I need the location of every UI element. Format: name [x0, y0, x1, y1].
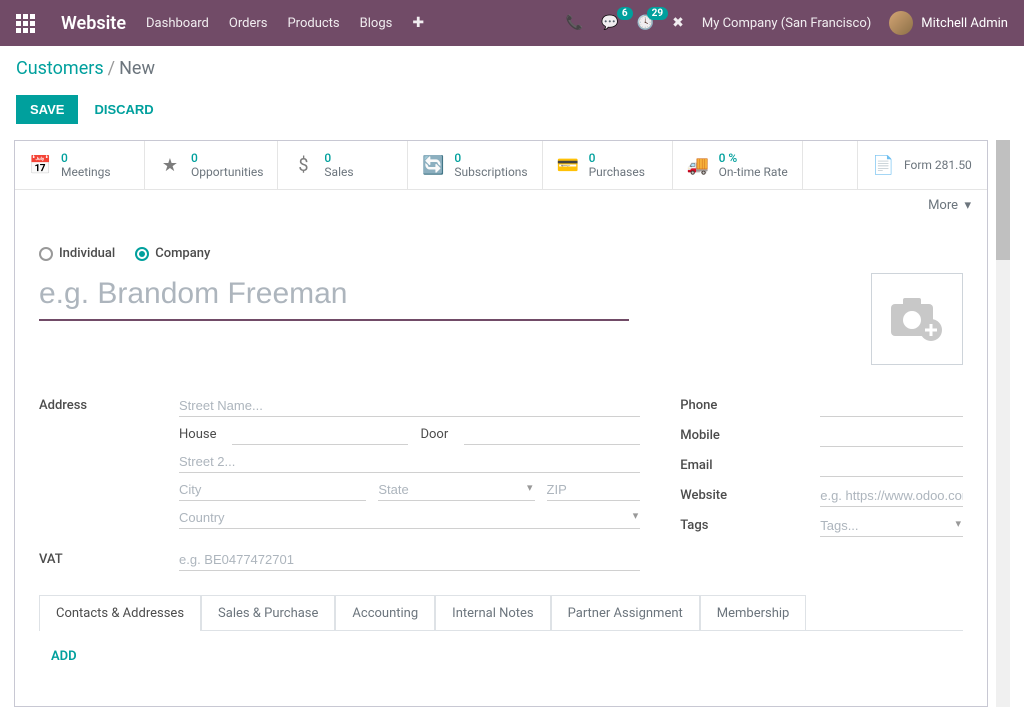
- tab-internal-notes[interactable]: Internal Notes: [435, 595, 550, 631]
- actions-bar: SAVE DISCARD: [0, 87, 1024, 140]
- truck-icon: 🚚: [687, 155, 709, 176]
- refresh-icon: 🔄: [422, 155, 444, 176]
- tab-contacts[interactable]: Contacts & Addresses: [39, 595, 201, 631]
- form-col-right: Phone Mobile Email Website Tags: [680, 395, 963, 571]
- title-row: [39, 273, 963, 365]
- save-button[interactable]: SAVE: [16, 95, 78, 124]
- name-input[interactable]: [39, 273, 629, 321]
- breadcrumb: Customers/New: [16, 58, 1008, 79]
- phone-icon[interactable]: 📞: [566, 15, 583, 31]
- image-upload[interactable]: [871, 273, 963, 365]
- tools-icon[interactable]: ✖: [672, 15, 684, 31]
- messages-badge: 6: [617, 7, 633, 20]
- breadcrumb-bar: Customers/New: [0, 46, 1024, 87]
- breadcrumb-sep: /: [108, 58, 115, 79]
- state-input[interactable]: [378, 479, 534, 501]
- email-label: Email: [680, 455, 810, 473]
- stat-ontime[interactable]: 🚚 0 %On-time Rate: [673, 141, 803, 189]
- document-icon: 📄: [872, 155, 894, 176]
- activities-icon[interactable]: 🕓29: [637, 15, 654, 31]
- breadcrumb-current: New: [119, 58, 155, 79]
- stat-buttons: 📅 0Meetings ★ 0Opportunities $ 0Sales 🔄 …: [15, 141, 987, 190]
- stat-meetings[interactable]: 📅 0Meetings: [15, 141, 145, 189]
- tags-input[interactable]: [820, 515, 963, 537]
- nav-products[interactable]: Products: [287, 16, 339, 31]
- address-label: Address: [39, 395, 169, 413]
- dollar-icon: $: [292, 155, 314, 176]
- user-menu[interactable]: Mitchell Admin: [889, 11, 1008, 35]
- street-input[interactable]: [179, 395, 640, 417]
- plus-icon[interactable]: ✚: [412, 15, 424, 31]
- navbar: Website Dashboard Orders Products Blogs …: [0, 0, 1024, 46]
- city-input[interactable]: [179, 479, 366, 501]
- brand[interactable]: Website: [61, 13, 126, 34]
- user-name: Mitchell Admin: [921, 16, 1008, 31]
- phone-label: Phone: [680, 395, 810, 413]
- activities-badge: 29: [647, 7, 668, 20]
- nav-orders[interactable]: Orders: [229, 16, 268, 31]
- scroll-thumb[interactable]: [996, 140, 1010, 260]
- vat-input[interactable]: [179, 549, 640, 571]
- breadcrumb-parent[interactable]: Customers: [16, 58, 104, 79]
- more-button[interactable]: More ▾: [928, 198, 971, 213]
- radio-circle-icon: [39, 247, 53, 261]
- stat-form281[interactable]: 📄 Form 281.50: [857, 141, 987, 189]
- tab-membership[interactable]: Membership: [700, 595, 807, 631]
- calendar-icon: 📅: [29, 155, 51, 176]
- stat-subscriptions[interactable]: 🔄 0Subscriptions: [408, 141, 542, 189]
- more-row: More ▾: [15, 190, 987, 222]
- tags-label: Tags: [680, 515, 810, 533]
- mobile-input[interactable]: [820, 425, 963, 447]
- phone-input[interactable]: [820, 395, 963, 417]
- country-input[interactable]: [179, 507, 640, 529]
- apps-icon[interactable]: [16, 14, 35, 33]
- email-input[interactable]: [820, 455, 963, 477]
- form-sheet: 📅 0Meetings ★ 0Opportunities $ 0Sales 🔄 …: [14, 140, 988, 707]
- stat-sales[interactable]: $ 0Sales: [278, 141, 408, 189]
- content-wrapper: 📅 0Meetings ★ 0Opportunities $ 0Sales 🔄 …: [0, 140, 1024, 721]
- radio-circle-selected-icon: [135, 247, 149, 261]
- door-label: Door: [420, 427, 448, 442]
- radio-individual[interactable]: Individual: [39, 246, 115, 261]
- tab-partner-assignment[interactable]: Partner Assignment: [551, 595, 700, 631]
- street2-input[interactable]: [179, 451, 640, 473]
- scrollbar[interactable]: [996, 140, 1010, 707]
- radio-company[interactable]: Company: [135, 246, 210, 261]
- form-grid: Address House Door: [39, 395, 963, 571]
- house-label: House: [179, 427, 216, 442]
- zip-input[interactable]: [547, 479, 641, 501]
- nav-dashboard[interactable]: Dashboard: [146, 16, 209, 31]
- stat-purchases[interactable]: 💳 0Purchases: [543, 141, 673, 189]
- camera-icon: [889, 296, 945, 342]
- door-input[interactable]: [464, 423, 640, 445]
- navbar-right: 📞 💬6 🕓29 ✖ My Company (San Francisco) Mi…: [566, 11, 1008, 35]
- card-icon: 💳: [557, 155, 579, 176]
- house-input[interactable]: [232, 423, 408, 445]
- nav-blogs[interactable]: Blogs: [360, 16, 393, 31]
- form-col-left: Address House Door: [39, 395, 640, 571]
- tab-sales-purchase[interactable]: Sales & Purchase: [201, 595, 335, 631]
- mobile-label: Mobile: [680, 425, 810, 443]
- tabs: Contacts & Addresses Sales & Purchase Ac…: [39, 595, 963, 631]
- company-switcher[interactable]: My Company (San Francisco): [702, 16, 871, 31]
- stat-opportunities[interactable]: ★ 0Opportunities: [145, 141, 278, 189]
- discard-button[interactable]: DISCARD: [94, 102, 153, 117]
- messages-icon[interactable]: 💬6: [601, 15, 618, 31]
- company-type-radio: Individual Company: [39, 246, 963, 261]
- star-icon: ★: [159, 155, 181, 176]
- website-label: Website: [680, 485, 810, 503]
- tab-accounting[interactable]: Accounting: [335, 595, 435, 631]
- website-input[interactable]: [820, 485, 963, 507]
- form-body: Individual Company Address House: [15, 222, 987, 706]
- vat-label: VAT: [39, 549, 169, 567]
- avatar: [889, 11, 913, 35]
- navbar-left: Website Dashboard Orders Products Blogs …: [16, 13, 424, 34]
